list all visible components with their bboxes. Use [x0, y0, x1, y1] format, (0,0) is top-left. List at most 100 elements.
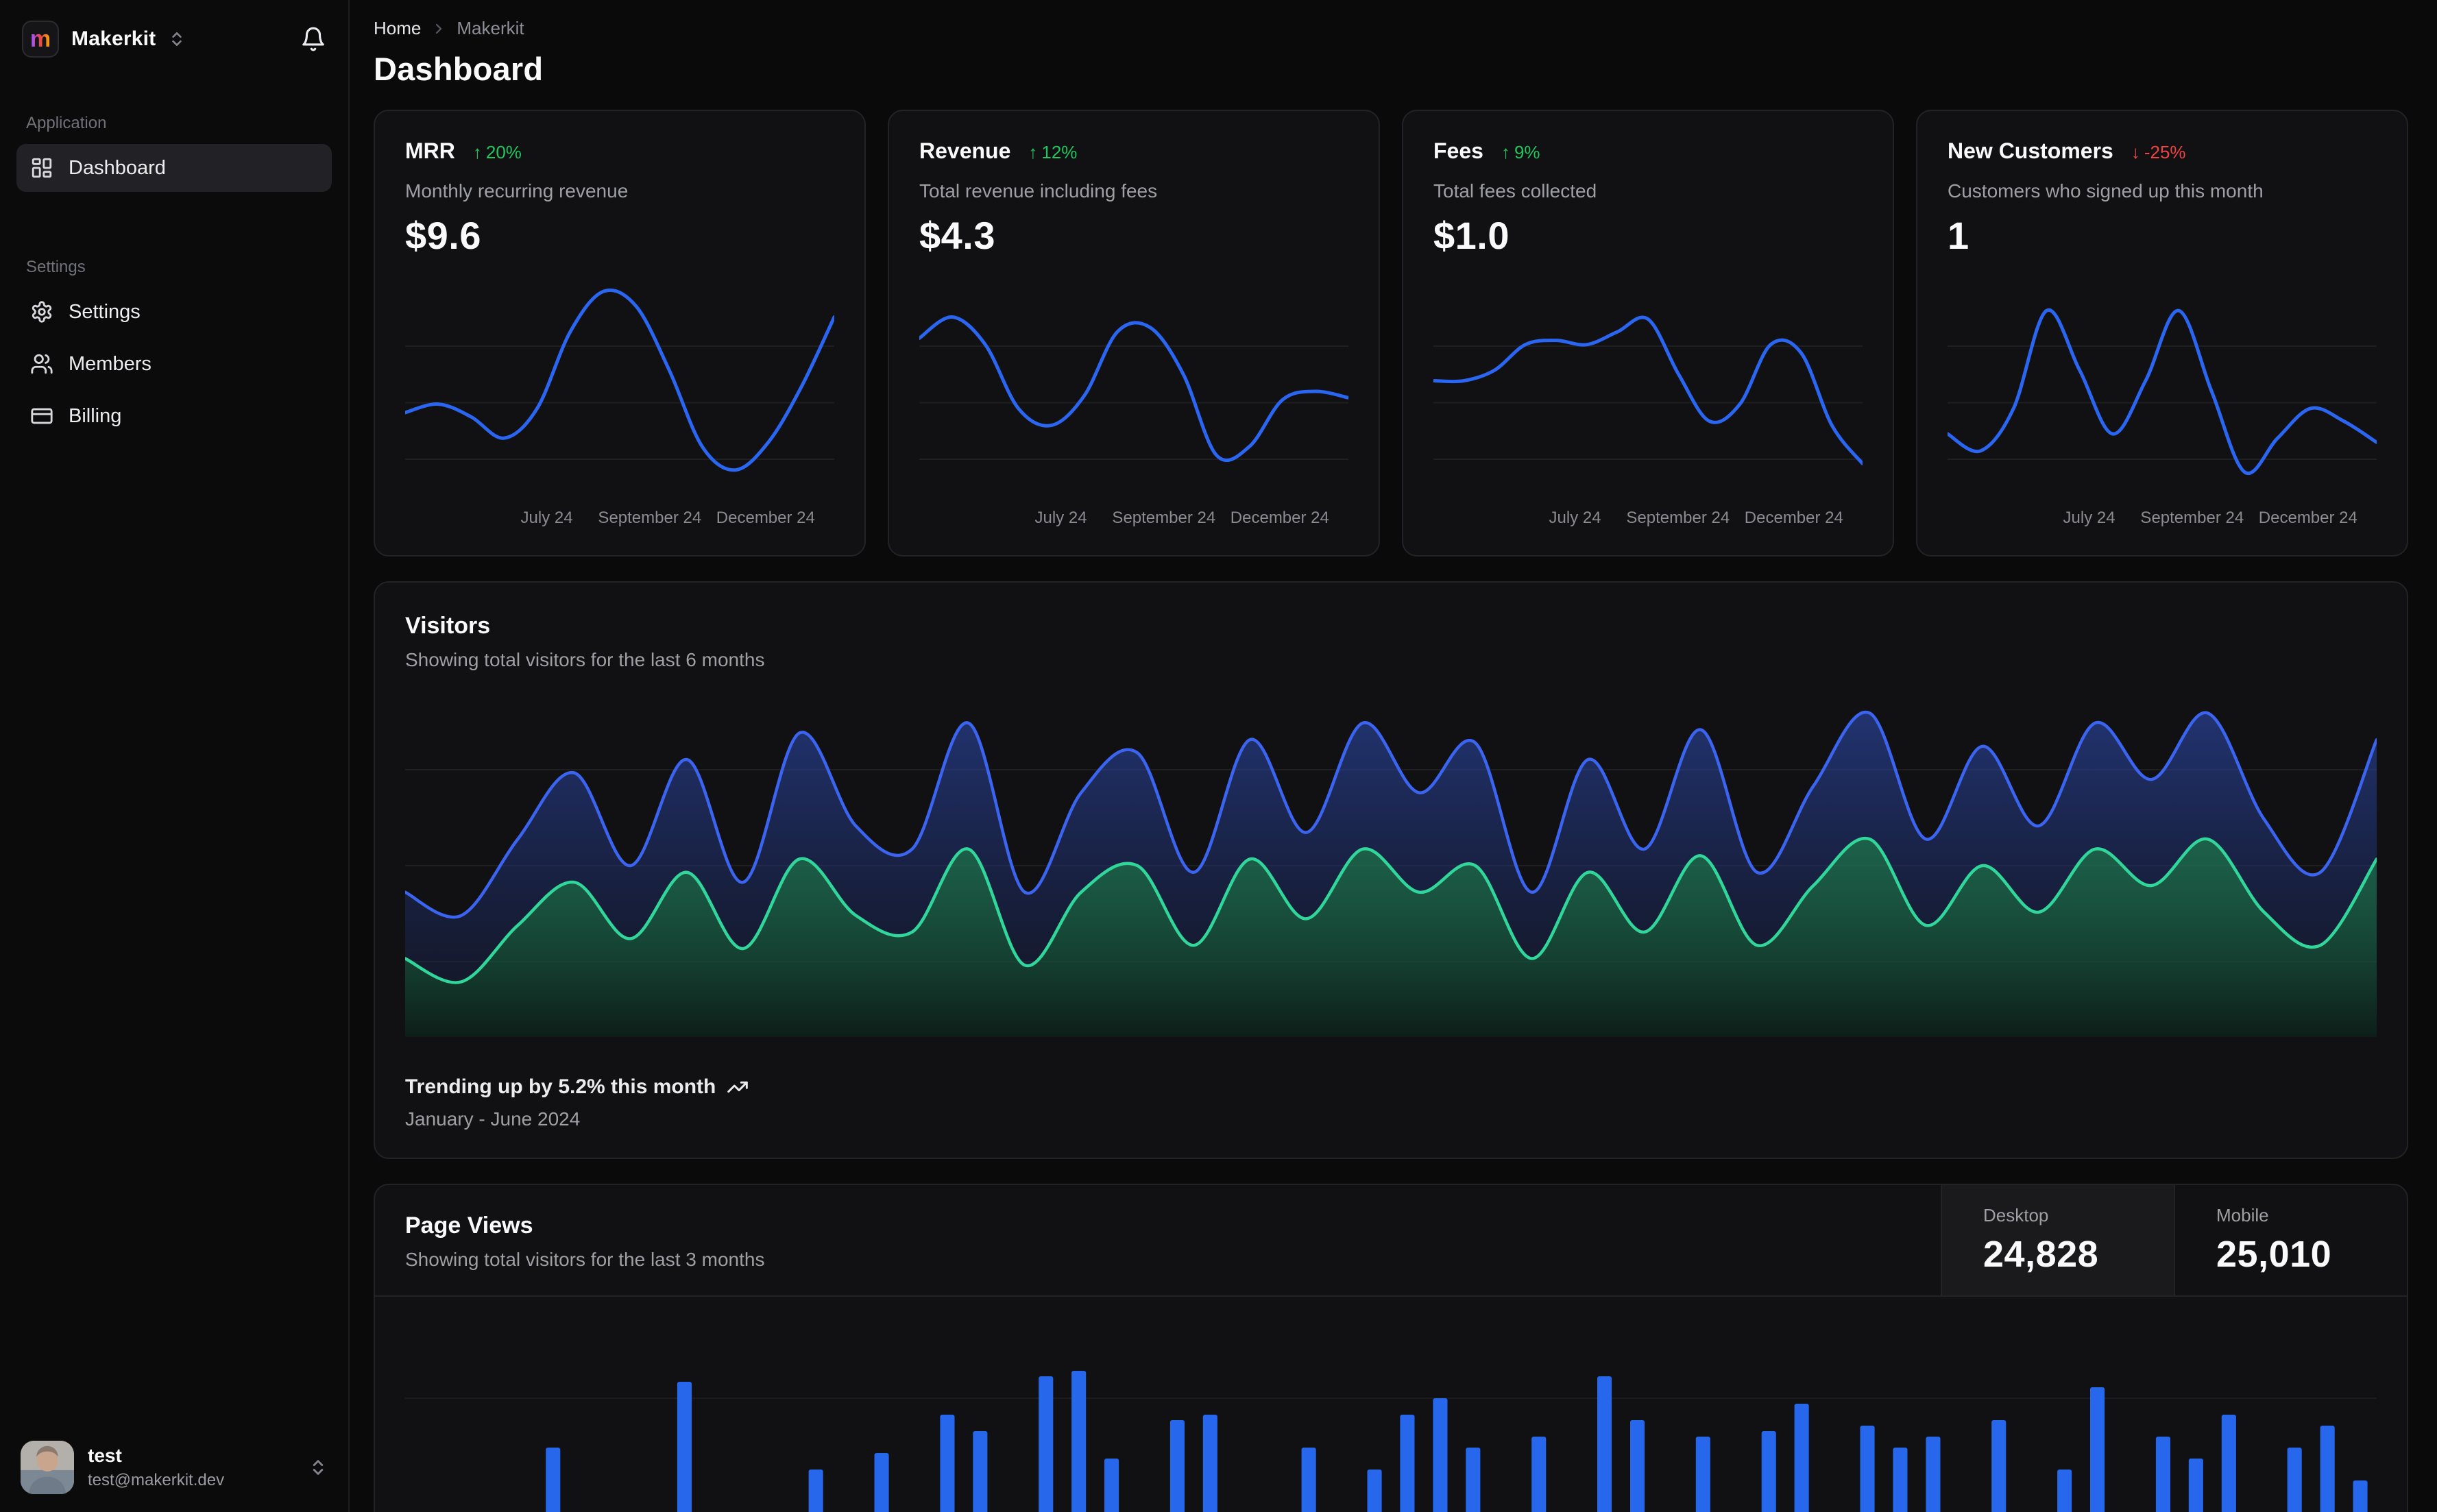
sidebar-nav: Application Dashboard Settings Settings …: [0, 75, 348, 1423]
page-views-bar-chart: [405, 1305, 2377, 1512]
tab-value: 25,010: [2216, 1234, 2332, 1275]
logo-letter: m: [29, 26, 51, 52]
tab-mobile[interactable]: Mobile 25,010: [2174, 1185, 2407, 1295]
x-axis-ticks: July 24 September 24 December 24: [1948, 509, 2377, 536]
trend-value: -25%: [2144, 142, 2186, 162]
stat-title: New Customers: [1948, 138, 2113, 163]
gear-icon: [30, 300, 53, 324]
breadcrumb: Home Makerkit: [374, 18, 2408, 39]
sidebar-item-label: Members: [69, 352, 151, 375]
trend-value: 9%: [1514, 142, 1540, 162]
x-tick: September 24: [1626, 509, 1730, 527]
visitors-title: Visitors: [405, 613, 491, 639]
chevron-right-icon: [431, 21, 447, 37]
sidebar-section-application: Application: [26, 114, 107, 132]
trend-up-badge: ↑ 12%: [1028, 142, 1077, 163]
x-tick: July 24: [520, 509, 573, 527]
main-content: Home Makerkit Dashboard MRR ↑ 20% Monthly…: [350, 0, 2437, 1512]
sidebar-item-settings[interactable]: Settings: [16, 288, 332, 336]
users-icon: [30, 352, 53, 376]
user-meta: test test@makerkit.dev: [88, 1445, 295, 1490]
sidebar-item-dashboard[interactable]: Dashboard: [16, 144, 332, 192]
visitors-date-range: January - June 2024: [405, 1108, 581, 1130]
trending-up-icon: [727, 1076, 749, 1098]
tab-desktop[interactable]: Desktop 24,828: [1941, 1185, 2174, 1295]
workspace-switcher-icon[interactable]: [168, 30, 186, 48]
x-tick: September 24: [2140, 509, 2244, 527]
arrow-up-icon: ↑: [1028, 142, 1038, 162]
sidebar-item-members[interactable]: Members: [16, 340, 332, 388]
breadcrumb-current: Makerkit: [457, 18, 524, 38]
stat-card-fees: Fees ↑ 9% Total fees collected $1.0 July …: [1402, 110, 1894, 557]
credit-card-icon: [30, 404, 53, 428]
arrow-up-icon: ↑: [472, 142, 482, 162]
stat-title: MRR: [405, 138, 455, 163]
x-tick: July 24: [2063, 509, 2115, 527]
x-tick: September 24: [1112, 509, 1216, 527]
x-tick: September 24: [598, 509, 702, 527]
tab-label: Mobile: [2216, 1205, 2269, 1226]
sidebar: m Makerkit Application Dashboard Setting…: [0, 0, 350, 1512]
x-axis-ticks: July 24 September 24 December 24: [1433, 509, 1863, 536]
workspace-row: m Makerkit: [0, 0, 348, 75]
stat-description: Customers who signed up this month: [1948, 180, 2264, 202]
stat-title: Fees: [1433, 138, 1483, 163]
avatar: [21, 1441, 74, 1494]
user-menu[interactable]: test test@makerkit.dev: [0, 1423, 348, 1512]
notifications-bell-icon[interactable]: [300, 26, 326, 52]
page-title: Dashboard: [374, 51, 544, 87]
customers-sparkline-chart: [1948, 278, 2377, 504]
sidebar-item-label: Dashboard: [69, 156, 166, 179]
page-views-title: Page Views: [405, 1212, 533, 1239]
visitors-card: Visitors Showing total visitors for the …: [374, 581, 2408, 1159]
x-tick: December 24: [1744, 509, 1843, 527]
sidebar-section-settings: Settings: [26, 258, 86, 276]
stat-value: $1.0: [1433, 214, 1510, 257]
tab-label: Desktop: [1983, 1205, 2049, 1226]
trend-value: 12%: [1041, 142, 1078, 162]
page-views-subtitle: Showing total visitors for the last 3 mo…: [405, 1249, 765, 1270]
stat-card-new-customers: New Customers ↓ -25% Customers who signed…: [1916, 110, 2408, 557]
trend-up-badge: ↑ 20%: [473, 142, 522, 163]
app-root: m Makerkit Application Dashboard Setting…: [0, 0, 2437, 1512]
stat-value: $9.6: [405, 214, 481, 257]
x-tick: July 24: [1034, 509, 1087, 527]
tab-value: 24,828: [1983, 1234, 2099, 1275]
stat-description: Total revenue including fees: [919, 180, 1158, 202]
visitors-subtitle: Showing total visitors for the last 6 mo…: [405, 649, 765, 670]
stat-description: Monthly recurring revenue: [405, 180, 629, 202]
stat-description: Total fees collected: [1433, 180, 1597, 202]
revenue-sparkline-chart: [919, 278, 1348, 504]
chevrons-up-down-icon: [308, 1458, 328, 1477]
arrow-down-icon: ↓: [2131, 142, 2140, 162]
mrr-sparkline-chart: [405, 278, 834, 504]
stat-value: $4.3: [919, 214, 995, 257]
page-views-card: Page Views Showing total visitors for th…: [374, 1184, 2408, 1512]
fees-sparkline-chart: [1433, 278, 1863, 504]
visitors-trend-line: Trending up by 5.2% this month: [405, 1075, 2377, 1099]
trend-down-badge: ↓ -25%: [2131, 142, 2186, 163]
sidebar-item-label: Settings: [69, 300, 141, 323]
stat-card-revenue: Revenue ↑ 12% Total revenue including fee…: [888, 110, 1380, 557]
stat-card-grid: MRR ↑ 20% Monthly recurring revenue $9.6 …: [374, 110, 2408, 557]
trend-value: 20%: [485, 142, 522, 162]
visitors-area-chart: [405, 694, 2377, 1037]
breadcrumb-home-link[interactable]: Home: [374, 18, 421, 39]
x-axis-ticks: July 24 September 24 December 24: [405, 509, 834, 536]
page-views-header: Page Views Showing total visitors for th…: [375, 1185, 2407, 1297]
stat-title: Revenue: [919, 138, 1011, 163]
x-tick: December 24: [716, 509, 815, 527]
user-email: test@makerkit.dev: [88, 1471, 225, 1489]
sidebar-item-label: Billing: [69, 404, 122, 427]
user-name: test: [88, 1445, 122, 1466]
visitors-trend-text: Trending up by 5.2% this month: [405, 1075, 716, 1098]
x-tick: July 24: [1549, 509, 1601, 527]
workspace-name: Makerkit: [71, 27, 156, 50]
sidebar-item-billing[interactable]: Billing: [16, 392, 332, 440]
x-axis-ticks: July 24 September 24 December 24: [919, 509, 1348, 536]
arrow-up-icon: ↑: [1501, 142, 1510, 162]
stat-value: 1: [1948, 214, 1969, 257]
stat-card-mrr: MRR ↑ 20% Monthly recurring revenue $9.6 …: [374, 110, 866, 557]
trend-up-badge: ↑ 9%: [1501, 142, 1540, 163]
layout-dashboard-icon: [30, 156, 53, 180]
